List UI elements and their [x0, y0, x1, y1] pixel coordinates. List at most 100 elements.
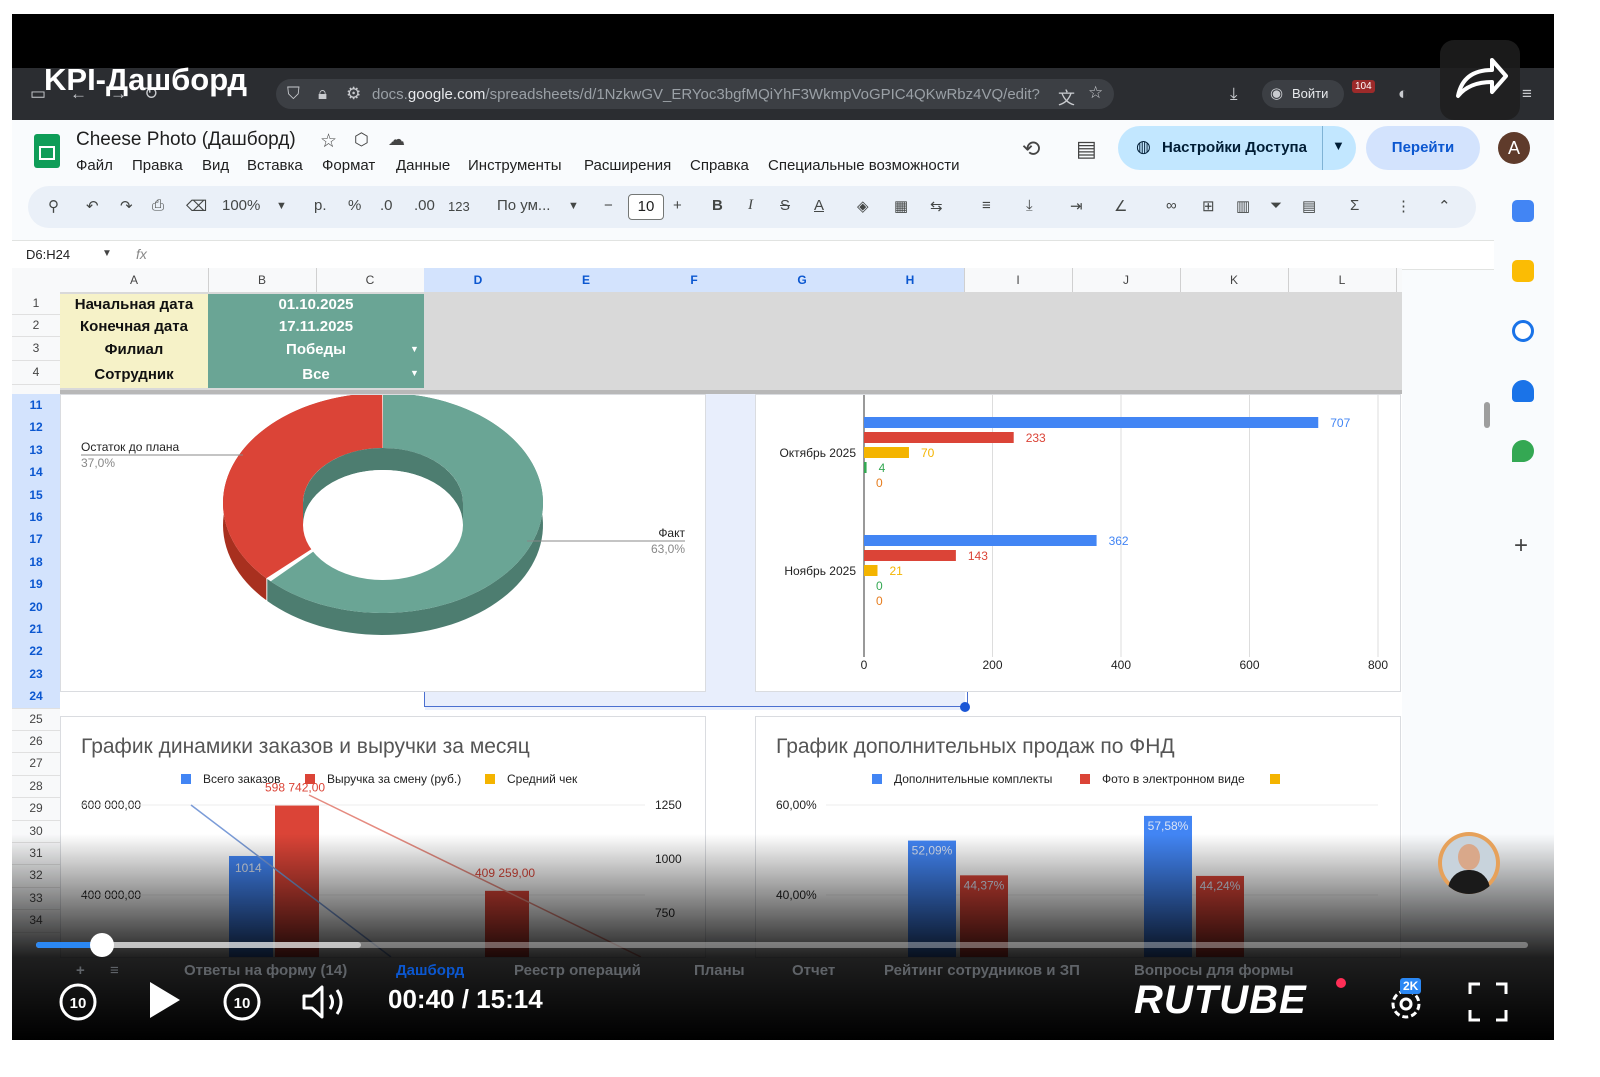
align-icon[interactable]: ≡ — [982, 197, 991, 214]
bookmark-star-icon[interactable]: ☆ — [1088, 83, 1103, 103]
browser-menu-icon[interactable]: ≡ — [1522, 84, 1532, 104]
bar[interactable] — [864, 565, 878, 576]
percent-format-button[interactable]: % — [348, 197, 361, 214]
row-header[interactable]: 24 — [12, 685, 60, 709]
search-icon[interactable]: ⚲ — [48, 197, 59, 215]
sheet-tab[interactable]: Вопросы для формы — [1134, 962, 1293, 979]
menu-item[interactable]: Файл — [76, 157, 113, 174]
site-settings-icon[interactable]: ⚙ — [346, 84, 361, 104]
fullscreen-button[interactable] — [1466, 980, 1510, 1024]
document-title[interactable]: Cheese Photo (Дашборд) — [76, 129, 296, 151]
menu-item[interactable]: Расширения — [584, 157, 671, 174]
column-header[interactable]: J — [1072, 268, 1181, 292]
row-header[interactable]: 1 — [12, 292, 60, 315]
decrease-decimal-button[interactable]: .0 — [380, 197, 393, 214]
font-select[interactable]: По ум... — [497, 197, 550, 214]
insert-chart-icon[interactable]: ▥ — [1236, 197, 1250, 215]
volume-button[interactable] — [300, 980, 350, 1024]
bar[interactable] — [864, 550, 956, 561]
dropdown-chevron-icon[interactable]: ▼ — [410, 368, 419, 378]
sheet-tab[interactable]: Отчет — [792, 962, 835, 979]
row-header[interactable]: 15 — [12, 483, 60, 507]
monthly-bar-chart[interactable]: 0 200 400 600 800 Октябрь 2025 707 233 70 4 0 Ноябр… — [755, 394, 1401, 692]
bold-button[interactable]: B — [712, 197, 723, 214]
video-player[interactable]: ▭ ← → ↻ ⛉ 🔒︎ ⚙ docs.google.com/spreadshe… — [12, 14, 1554, 1040]
column-header[interactable]: C — [316, 268, 425, 292]
donut-chart[interactable]: Остаток до плана 37,0% Факт 63,0% — [60, 393, 706, 692]
column-header[interactable]: L — [1288, 268, 1397, 292]
menu-item[interactable]: Вид — [202, 157, 229, 174]
paint-format-icon[interactable]: ⌫ — [186, 197, 207, 215]
url-text[interactable]: docs.google.com/spreadsheets/d/1NzkwGV_E… — [372, 86, 1040, 103]
font-size-increase-icon[interactable]: + — [673, 197, 682, 214]
vertical-scrollbar[interactable] — [1484, 402, 1490, 428]
more-options-icon[interactable]: ⋮ — [1396, 197, 1411, 215]
column-header[interactable]: F — [640, 268, 749, 292]
play-button[interactable] — [142, 976, 186, 1024]
add-sheet-icon[interactable]: + — [76, 962, 85, 979]
vertical-align-icon[interactable]: ⤓ — [1026, 197, 1033, 214]
column-header[interactable]: H — [856, 268, 965, 292]
column-header[interactable]: K — [1180, 268, 1289, 292]
merge-cells-icon[interactable]: ⇆ — [930, 197, 943, 215]
row-header[interactable]: 16 — [12, 506, 60, 530]
bar[interactable] — [864, 447, 909, 458]
contacts-icon[interactable] — [1512, 380, 1534, 402]
row-header[interactable]: 17 — [12, 528, 60, 552]
row-header[interactable]: 22 — [12, 640, 60, 664]
text-rotation-icon[interactable]: ∠ — [1114, 197, 1127, 215]
text-color-button[interactable]: A — [814, 197, 824, 214]
version-history-icon[interactable]: ⟲ — [1022, 136, 1040, 162]
table-view-icon[interactable]: ▤ — [1302, 197, 1316, 215]
menu-item[interactable]: Формат — [322, 157, 375, 174]
borders-icon[interactable]: ▦ — [894, 197, 908, 215]
functions-icon[interactable]: Σ — [1350, 197, 1359, 214]
tasks-icon[interactable] — [1512, 320, 1534, 342]
more-formats-button[interactable]: 123 — [448, 199, 470, 214]
row-header[interactable]: 14 — [12, 461, 60, 485]
bar[interactable] — [864, 535, 1097, 546]
column-header[interactable]: B — [208, 268, 317, 292]
menu-item[interactable]: Данные — [396, 157, 450, 174]
filter-value[interactable]: Все — [208, 362, 424, 388]
dropdown-chevron-icon[interactable]: ▼ — [410, 344, 419, 354]
resize-handle[interactable] — [960, 702, 970, 712]
row-header[interactable]: 4 — [12, 360, 60, 385]
extension-badge[interactable]: 104 — [1352, 80, 1375, 93]
increase-decimal-button[interactable]: .00 — [414, 197, 435, 214]
filter-value[interactable]: 01.10.2025 — [208, 294, 424, 316]
filter-value[interactable]: 17.11.2025 — [208, 316, 424, 338]
sheet-tab[interactable]: Дашборд — [396, 962, 464, 979]
signin-button[interactable]: ◉ Войти — [1262, 80, 1344, 108]
text-wrap-icon[interactable]: ⇥ — [1070, 197, 1083, 215]
row-header[interactable]: 3 — [12, 336, 60, 361]
row-header[interactable]: 18 — [12, 550, 60, 575]
filter-icon[interactable]: ⏷ — [1270, 197, 1282, 214]
extension-icon[interactable]: ◐ — [1398, 84, 1408, 104]
bar[interactable] — [864, 417, 1319, 428]
channel-avatar[interactable] — [1438, 832, 1500, 894]
filter-value[interactable]: Победы — [208, 338, 424, 362]
collapse-toolbar-icon[interactable]: ⌃ — [1438, 197, 1451, 215]
row-header[interactable]: 20 — [12, 595, 60, 619]
column-header[interactable]: D — [424, 268, 533, 292]
row-header[interactable]: 29 — [12, 797, 60, 821]
font-size-decrease-icon[interactable]: − — [604, 197, 613, 214]
redo-icon[interactable]: ↷ — [120, 197, 133, 215]
sheet-tab[interactable]: Ответы на форму (14) — [184, 962, 347, 979]
row-header[interactable]: 28 — [12, 775, 60, 799]
row-header[interactable]: 21 — [12, 618, 60, 642]
column-header[interactable]: E — [532, 268, 641, 292]
sheet-tab[interactable]: Планы — [694, 962, 745, 979]
menu-item[interactable]: Специальные возможности — [768, 157, 960, 174]
fill-color-icon[interactable]: ◈ — [857, 197, 869, 215]
print-icon[interactable]: ⎙ — [152, 197, 164, 214]
calendar-icon[interactable] — [1512, 200, 1534, 222]
settings-button[interactable]: 2K — [1384, 978, 1428, 1024]
row-header[interactable]: 27 — [12, 752, 60, 776]
row-header[interactable]: 25 — [12, 708, 60, 731]
share-button[interactable]: ◍ Настройки Доступа ▼ — [1118, 126, 1356, 170]
move-icon[interactable]: ⬡ — [354, 130, 369, 150]
name-box[interactable]: D6:H24 — [26, 247, 70, 262]
zoom-select[interactable]: 100% — [222, 197, 260, 214]
